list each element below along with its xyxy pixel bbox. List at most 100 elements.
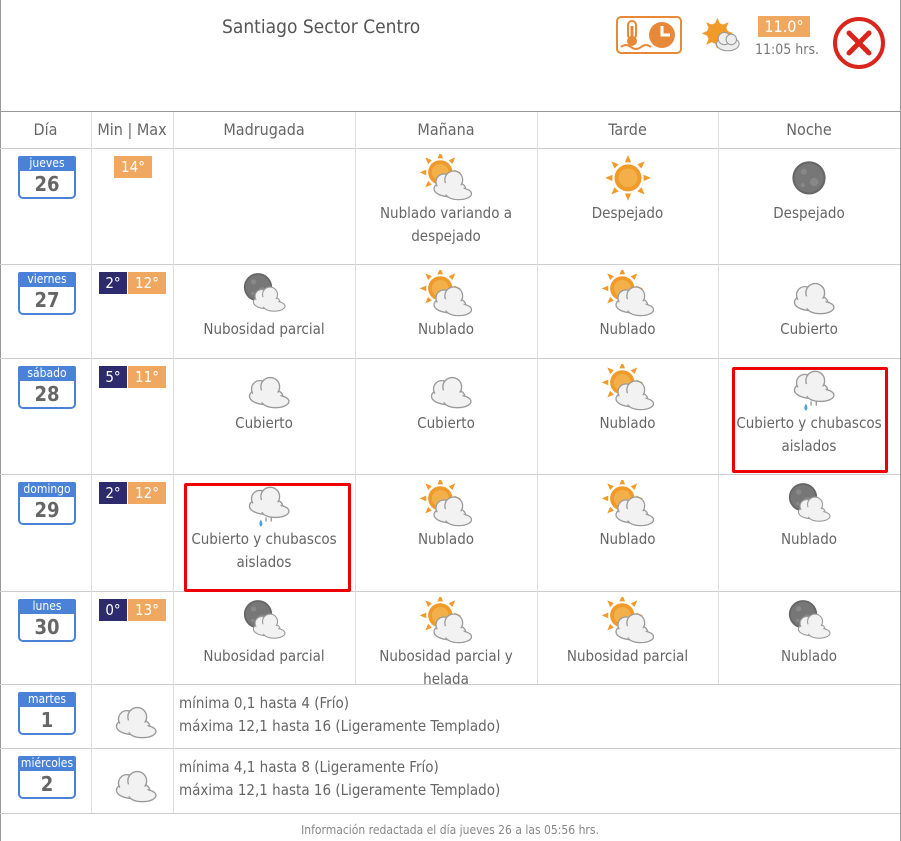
sun-cloud-icon [420, 480, 472, 527]
range-text: mínima 4,1 hasta 8 (Ligeramente Frío) máx… [179, 756, 500, 802]
day-calendar: sábado 28 [18, 366, 76, 409]
sun-cloud-icon [601, 480, 654, 527]
sun-cloud-icon [601, 364, 654, 411]
day-calendar: viernes 27 [18, 272, 76, 315]
min-range: mínima 4,1 hasta 8 (Ligeramente Frío) [179, 758, 439, 776]
max-temp: 11° [128, 366, 166, 388]
max-range: máxima 12,1 hasta 16 (Ligeramente Templa… [179, 781, 501, 799]
min-temp: 2° [99, 272, 127, 294]
current-temperature: 11.0° [758, 16, 810, 37]
moon-cloud-icon [243, 273, 286, 312]
period-cell: Nubosidad parcial [173, 270, 355, 341]
footer-note: Información redactada el día jueves 26 a… [301, 823, 599, 837]
period-cell: Cubierto [718, 270, 900, 341]
location-title: Santiago Sector Centro [222, 16, 421, 38]
day-number: 28 [18, 381, 76, 409]
row-divider [0, 813, 900, 814]
col-header-manana: Mañana [417, 120, 475, 139]
sun-icon [604, 155, 651, 201]
cloud-icon [248, 376, 290, 409]
period-cell: Nubosidad parcial y helada [355, 597, 537, 691]
day-number: 27 [18, 287, 76, 315]
period-label: Nubosidad parcial y helada [379, 646, 513, 688]
moon-cloud-icon [788, 600, 831, 639]
cloud-icon [115, 706, 157, 739]
max-temp: 12° [128, 482, 166, 504]
period-cell: Nublado [718, 480, 900, 551]
day-name: miércoles [18, 756, 76, 771]
period-label: Nubosidad parcial [566, 646, 689, 665]
period-label: Nublado [417, 319, 475, 338]
day-calendar: martes 1 [18, 692, 76, 735]
highlight-box [184, 483, 351, 592]
day-name: martes [18, 692, 76, 707]
col-divider [173, 112, 174, 813]
sun-cloud-icon [420, 270, 472, 317]
col-header-minmax: Min | Max [97, 120, 167, 139]
period-cell: Nublado [718, 597, 900, 668]
period-label: Nublado [780, 646, 838, 665]
col-header-tarde: Tarde [608, 120, 647, 139]
sun-cloud-icon [601, 597, 654, 644]
row-divider [0, 148, 900, 149]
period-label: Nubosidad parcial [203, 646, 325, 665]
partly-cloudy-icon [701, 17, 740, 52]
max-temp: 12° [128, 272, 166, 294]
day-name: viernes [18, 272, 76, 287]
col-header-noche: Noche [786, 120, 832, 139]
max-range: máxima 12,1 hasta 16 (Ligeramente Templa… [179, 717, 501, 735]
day-number: 1 [18, 707, 76, 735]
max-temp: 13° [128, 599, 166, 621]
col-header-dia: Día [33, 120, 58, 139]
max-temp: 14° [114, 156, 152, 178]
day-name: lunes [18, 599, 76, 614]
period-label: Nubosidad parcial [203, 319, 325, 338]
day-number: 29 [18, 497, 76, 525]
sun-cloud-icon [420, 154, 472, 201]
period-cell: Nublado [537, 364, 718, 435]
period-cell: Nublado [537, 270, 718, 341]
day-calendar: miércoles 2 [18, 756, 76, 799]
header-divider [0, 111, 900, 112]
min-temp: 5° [99, 366, 127, 388]
day-name: sábado [18, 366, 76, 381]
moon-icon [792, 161, 826, 195]
row-divider [0, 474, 900, 475]
period-cell: Despejado [537, 154, 718, 225]
period-label: Nublado [599, 529, 656, 548]
period-label: Cubierto [780, 319, 838, 338]
close-button[interactable] [832, 16, 886, 70]
row-divider [0, 264, 900, 265]
row-divider [0, 748, 900, 749]
period-label: Nublado [599, 413, 656, 432]
period-cell: Nublado [537, 480, 718, 551]
day-calendar: lunes 30 [18, 599, 76, 642]
period-label: Cubierto [235, 413, 293, 432]
period-cell: Cubierto [355, 364, 537, 435]
col-divider [91, 112, 92, 813]
row-divider [0, 358, 900, 359]
period-cell: Nubosidad parcial [537, 597, 718, 668]
day-number: 30 [18, 614, 76, 642]
day-calendar: domingo 29 [18, 482, 76, 525]
period-cell: Despejado [718, 154, 900, 225]
period-cell: Nubosidad parcial [173, 597, 355, 668]
sun-cloud-icon [601, 270, 654, 317]
period-label: Cubierto [417, 413, 475, 432]
cloud-icon [115, 770, 157, 803]
row-divider [0, 591, 900, 592]
period-cell: Nublado [355, 480, 537, 551]
range-text: mínima 0,1 hasta 4 (Frío) máxima 12,1 has… [179, 692, 500, 738]
moon-cloud-icon [788, 483, 831, 522]
day-number: 2 [18, 771, 76, 799]
period-label: Nublado [599, 319, 656, 338]
day-name: domingo [18, 482, 76, 497]
thermometer-clock-icon[interactable] [616, 16, 682, 54]
period-label: Despejado [773, 203, 845, 222]
day-name: jueves [18, 156, 76, 171]
cloud-icon [430, 376, 472, 409]
min-temp: 0° [99, 599, 127, 621]
moon-cloud-icon [243, 600, 286, 639]
highlight-box [732, 367, 888, 473]
cloud-icon [793, 282, 835, 315]
